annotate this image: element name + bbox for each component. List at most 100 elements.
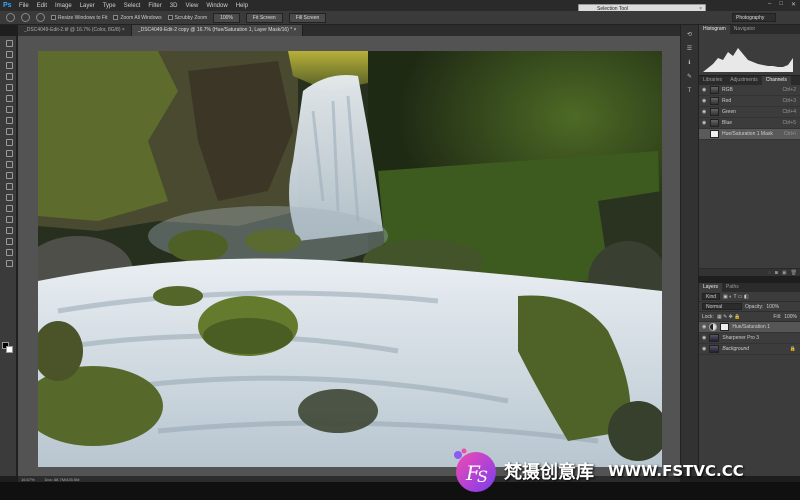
- fill-value[interactable]: 100%: [784, 314, 797, 320]
- load-selection-icon[interactable]: ◌: [768, 270, 771, 276]
- tab-adjustments[interactable]: Adjustments: [726, 76, 762, 85]
- mask-thumbnail: [710, 130, 719, 138]
- zoom-tool-icon[interactable]: [6, 13, 15, 22]
- zoom-100-button[interactable]: 100%: [213, 12, 240, 23]
- lock-icons[interactable]: ▦ ✎ ✥ 🔒: [717, 314, 741, 320]
- lasso-tool-icon[interactable]: [3, 60, 14, 69]
- zoom-tool-icon[interactable]: [3, 247, 14, 256]
- tab-document-1[interactable]: _DSC4049-Edit-2.tif @ 16.7% (Color, 8G/8…: [18, 25, 132, 36]
- close-icon[interactable]: ✕: [791, 1, 796, 8]
- waterfall-photo[interactable]: [38, 51, 662, 467]
- properties-icon[interactable]: ☰: [685, 46, 695, 53]
- healing-brush-tool-icon[interactable]: [3, 104, 14, 113]
- hand-tool-icon[interactable]: [3, 236, 14, 245]
- eraser-tool-icon[interactable]: [3, 148, 14, 157]
- layer-row[interactable]: ◉ Hue/Saturation 1: [699, 322, 800, 333]
- menu-view[interactable]: View: [185, 3, 198, 9]
- channels-panel-footer: ◌ ◙ ▣ 🗑: [699, 268, 800, 276]
- move-tool-icon[interactable]: [3, 38, 14, 47]
- channel-row[interactable]: ◉ Red Ctrl+3: [699, 96, 800, 107]
- tab-histogram[interactable]: Histogram: [699, 25, 730, 34]
- blur-tool-icon[interactable]: [3, 170, 14, 179]
- canvas-area: [18, 36, 680, 476]
- tab-paths[interactable]: Paths: [722, 283, 743, 292]
- gradient-tool-icon[interactable]: [3, 159, 14, 168]
- svg-text:S: S: [477, 467, 488, 486]
- eye-icon[interactable]: ◉: [702, 335, 706, 341]
- zoom-in-icon[interactable]: [21, 13, 30, 22]
- marquee-tool-icon[interactable]: [3, 49, 14, 58]
- blend-row: Normal Opacity: 100%: [699, 302, 800, 312]
- save-selection-icon[interactable]: ◙: [775, 270, 778, 276]
- menu-file[interactable]: File: [19, 3, 29, 9]
- info-icon[interactable]: ℹ: [685, 60, 695, 67]
- tab-libraries[interactable]: Libraries: [699, 76, 726, 85]
- quick-select-tool-icon[interactable]: [3, 71, 14, 80]
- zoom-level[interactable]: 16.67%: [21, 477, 35, 482]
- tab-channels[interactable]: Channels: [761, 76, 791, 85]
- channel-thumbnail: [710, 108, 719, 116]
- dodge-tool-icon[interactable]: [3, 181, 14, 190]
- menu-type[interactable]: Type: [103, 3, 116, 9]
- clone-stamp-tool-icon[interactable]: [3, 126, 14, 135]
- zoom-out-icon[interactable]: [36, 13, 45, 22]
- tab-document-2[interactable]: _DSC4049-Edit-2 copy @ 16.7% (Hue/Satura…: [131, 25, 304, 36]
- eyedropper-tool-icon[interactable]: [3, 93, 14, 102]
- history-icon[interactable]: ⟲: [685, 32, 695, 39]
- fill-screen-button[interactable]: Fill Screen: [288, 12, 327, 23]
- trash-icon[interactable]: 🗑: [791, 270, 797, 276]
- eye-icon[interactable]: ◉: [702, 109, 707, 115]
- blend-mode-select[interactable]: Normal: [702, 303, 742, 310]
- channel-thumbnail: [710, 97, 719, 105]
- layer-row[interactable]: ◉ Background 🔒: [699, 344, 800, 355]
- scrubby-zoom-checkbox[interactable]: Scrubby Zoom: [167, 15, 207, 21]
- crop-tool-icon[interactable]: [3, 82, 14, 91]
- background-color-swatch[interactable]: [6, 346, 13, 353]
- eye-icon[interactable]: ◉: [702, 346, 706, 352]
- path-selection-tool-icon[interactable]: [3, 214, 14, 223]
- brush-presets-icon[interactable]: ✎: [685, 74, 695, 81]
- options-bar: Resize Windows to Fit Zoom All Windows S…: [0, 11, 800, 25]
- eye-icon[interactable]: ◉: [702, 120, 707, 126]
- maximize-icon[interactable]: □: [779, 1, 783, 8]
- resize-windows-checkbox[interactable]: Resize Windows to Fit: [51, 15, 107, 21]
- menu-edit[interactable]: Edit: [37, 3, 47, 9]
- menu-help[interactable]: Help: [236, 3, 248, 9]
- type-icon[interactable]: T: [685, 88, 695, 95]
- channel-row[interactable]: ◉ RGB Ctrl+2: [699, 85, 800, 96]
- layer-row[interactable]: ◉ Sharpener Pro 3: [699, 333, 800, 344]
- tab-navigator[interactable]: Navigator: [730, 25, 759, 34]
- history-brush-tool-icon[interactable]: [3, 137, 14, 146]
- doc-size: Doc: 68.7M/435.5M: [44, 476, 80, 482]
- menu-layer[interactable]: Layer: [80, 3, 95, 9]
- minimize-icon[interactable]: –: [768, 1, 771, 8]
- zoom-all-checkbox[interactable]: Zoom All Windows: [113, 15, 162, 21]
- menu-filter[interactable]: Filter: [148, 3, 161, 9]
- more-tools-icon[interactable]: [3, 258, 14, 267]
- brush-tool-icon[interactable]: [3, 115, 14, 124]
- menu-window[interactable]: Window: [206, 3, 227, 9]
- tab-layers[interactable]: Layers: [699, 283, 723, 292]
- filter-icons[interactable]: ▣ ◐ T ▭ ◧: [723, 294, 749, 300]
- photoshop-logo: Ps: [3, 2, 12, 9]
- kind-filter-select[interactable]: Kind: [702, 293, 721, 300]
- layer-mask-thumbnail[interactable]: [720, 323, 730, 331]
- opacity-value[interactable]: 100%: [766, 304, 779, 310]
- menu-select[interactable]: Select: [124, 3, 141, 9]
- channel-row[interactable]: ◉ Green Ctrl+4: [699, 107, 800, 118]
- eye-icon[interactable]: ◉: [702, 87, 707, 93]
- fit-screen-button[interactable]: Fit Screen: [245, 12, 283, 23]
- pen-tool-icon[interactable]: [3, 192, 14, 201]
- eye-icon[interactable]: ◉: [702, 98, 707, 104]
- menu-3d[interactable]: 3D: [170, 3, 178, 9]
- shape-tool-icon[interactable]: [3, 225, 14, 234]
- layer-thumbnail: [709, 345, 720, 353]
- watermark-logo-icon: F S: [454, 448, 496, 492]
- eye-icon[interactable]: ◉: [702, 324, 706, 330]
- new-channel-icon[interactable]: ▣: [782, 270, 787, 276]
- workspace-select[interactable]: Photography: [732, 13, 776, 22]
- type-tool-icon[interactable]: [3, 203, 14, 212]
- channel-row[interactable]: ◉ Blue Ctrl+5: [699, 118, 800, 129]
- channel-row-mask[interactable]: Hue/Saturation 1 Mask Ctrl+\: [699, 129, 800, 140]
- menu-image[interactable]: Image: [55, 3, 72, 9]
